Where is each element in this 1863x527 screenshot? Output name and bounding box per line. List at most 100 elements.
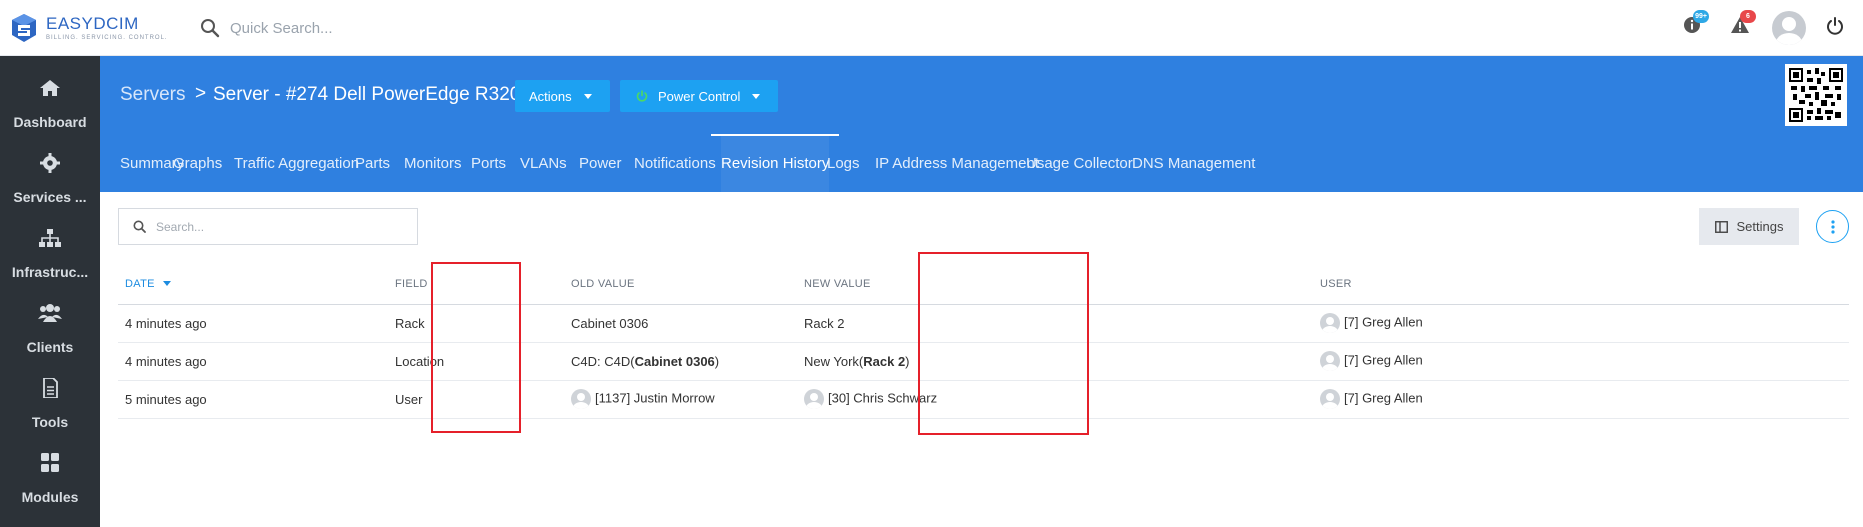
column-header-new-value[interactable]: NEW VALUE [797, 264, 1313, 305]
tab-monitors[interactable]: Monitors [404, 136, 462, 192]
chevron-down-icon [583, 93, 592, 99]
info-notifications[interactable]: 99+ [1683, 10, 1709, 39]
tab-traffic-aggregation[interactable]: Traffic Aggregation [234, 136, 359, 192]
power-control-label: Power Control [658, 88, 741, 104]
column-header-field[interactable]: FIELD [388, 264, 564, 305]
settings-label: Settings [1736, 219, 1784, 234]
sidebar-item-dashboard[interactable]: Dashboard [0, 56, 100, 131]
alert-notifications[interactable]: 6 [1730, 10, 1756, 39]
cell-user: [7] Greg Allen [1313, 304, 1849, 343]
sidebar-item-label: Infrastruc... [11, 264, 89, 280]
sidebar: Dashboard Services ... Infrastruc... Cli… [0, 56, 100, 527]
sidebar-item-clients[interactable]: Clients [0, 281, 100, 356]
tab-parts[interactable]: Parts [355, 136, 390, 192]
document-icon [43, 378, 58, 398]
brand-logo[interactable]: EASYDCIM BILLING. SERVICING. CONTROL. [10, 12, 168, 44]
table-header-row: DATE FIELD OLD VALUE NEW VALUE USER [118, 264, 1849, 305]
sidebar-item-label: Tools [31, 414, 69, 430]
home-icon [40, 80, 60, 96]
new-user-link[interactable]: [30] Chris Schwarz [828, 390, 937, 405]
sidebar-item-tools[interactable]: Tools [0, 356, 100, 431]
tab-revision-history[interactable]: Revision History [710, 134, 840, 192]
user-avatar-icon [1320, 351, 1340, 371]
quick-search[interactable] [200, 14, 630, 42]
power-control-button[interactable]: Power Control [620, 80, 778, 112]
column-header-date[interactable]: DATE [118, 264, 388, 305]
revision-history-panel: Settings DATE FIELD OLD VALUE NEW VALUE … [100, 192, 1863, 527]
user-link[interactable]: [7] Greg Allen [1344, 352, 1423, 367]
top-bar: EASYDCIM BILLING. SERVICING. CONTROL. 99… [0, 0, 1863, 56]
column-header-old-value[interactable]: OLD VALUE [564, 264, 797, 305]
column-header-user[interactable]: USER [1313, 264, 1849, 305]
user-avatar[interactable] [1772, 11, 1806, 45]
tab-ip-address-management[interactable]: IP Address Management [875, 136, 1039, 192]
cube-logo-icon [12, 14, 36, 42]
qr-code-icon [1789, 68, 1843, 122]
gear-icon [40, 153, 60, 173]
revision-table: DATE FIELD OLD VALUE NEW VALUE USER 4 mi… [118, 264, 1849, 419]
power-icon [636, 90, 648, 102]
old-user-link[interactable]: [1137] Justin Morrow [595, 390, 715, 405]
cell-user: [7] Greg Allen [1313, 380, 1849, 419]
tab-dns-management[interactable]: DNS Management [1132, 136, 1255, 192]
vertical-dots-icon [1830, 219, 1835, 234]
settings-button[interactable]: Settings [1699, 208, 1799, 245]
grid-icon [41, 453, 59, 472]
cell-old-value: C4D: C4D(Cabinet 0306) [564, 342, 797, 381]
tab-logs[interactable]: Logs [827, 136, 860, 192]
cell-old-value: [1137] Justin Morrow [564, 380, 797, 419]
sidebar-item-modules[interactable]: Modules [0, 431, 100, 506]
columns-icon [1714, 220, 1728, 233]
logout-button[interactable] [1826, 17, 1844, 40]
sidebar-item-label: Dashboard [13, 114, 87, 130]
tab-ports[interactable]: Ports [471, 136, 506, 192]
table-search[interactable] [118, 208, 418, 245]
table-search-input[interactable] [156, 219, 396, 234]
sidebar-item-label: Clients [26, 339, 74, 355]
tab-power[interactable]: Power [579, 136, 622, 192]
tab-bar: Summary Graphs Traffic Aggregation Parts… [100, 134, 1863, 192]
breadcrumb-servers[interactable]: Servers [120, 84, 185, 106]
brand-name: EASYDCIM [46, 13, 139, 33]
brand-tagline: BILLING. SERVICING. CONTROL. [46, 34, 168, 41]
cell-user: [7] Greg Allen [1313, 342, 1849, 381]
chevron-down-icon [752, 93, 761, 99]
qr-code[interactable] [1785, 64, 1847, 126]
sidebar-item-infrastructure[interactable]: Infrastruc... [0, 206, 100, 281]
users-icon [38, 304, 62, 322]
cell-new-value: New York(Rack 2) [797, 342, 1313, 381]
user-avatar-icon [571, 389, 591, 409]
user-link[interactable]: [7] Greg Allen [1344, 314, 1423, 329]
sort-desc-icon [162, 281, 171, 287]
cell-field: Rack [388, 304, 564, 343]
page-title: Server - #274 Dell PowerEdge R320 [213, 84, 521, 105]
title-row: Servers > Server - #274 Dell PowerEdge R… [100, 56, 1863, 136]
table-row: 4 minutes ago Rack Cabinet 0306 Rack 2 [… [118, 304, 1849, 343]
power-icon [1827, 17, 1843, 35]
user-avatar-icon [804, 389, 824, 409]
table-row: 4 minutes ago Location C4D: C4D(Cabinet … [118, 342, 1849, 381]
user-link[interactable]: [7] Greg Allen [1344, 390, 1423, 405]
page-header: Servers > Server - #274 Dell PowerEdge R… [100, 56, 1863, 192]
breadcrumb-separator: > [195, 83, 207, 104]
search-icon [133, 220, 146, 233]
cell-new-value: [30] Chris Schwarz [797, 380, 1313, 419]
quick-search-input[interactable] [230, 19, 630, 37]
cell-date: 4 minutes ago [118, 342, 388, 381]
info-badge: 99+ [1693, 10, 1709, 23]
actions-button[interactable]: Actions [515, 80, 610, 112]
sitemap-icon [39, 229, 61, 247]
sidebar-item-label: Modules [21, 489, 79, 505]
tab-notifications[interactable]: Notifications [634, 136, 716, 192]
new-location-link[interactable]: Rack 2 [863, 354, 905, 369]
old-location-link[interactable]: Cabinet 0306 [635, 354, 715, 369]
cell-date: 5 minutes ago [118, 380, 388, 419]
user-avatar-icon [1320, 313, 1340, 333]
tab-usage-collector[interactable]: Usage Collector [1026, 136, 1133, 192]
cell-old-value: Cabinet 0306 [564, 304, 797, 343]
cell-new-value: Rack 2 [797, 304, 1313, 343]
tab-graphs[interactable]: Graphs [173, 136, 222, 192]
more-options-button[interactable] [1816, 210, 1849, 243]
tab-vlans[interactable]: VLANs [520, 136, 567, 192]
sidebar-item-services[interactable]: Services ... [0, 131, 100, 206]
